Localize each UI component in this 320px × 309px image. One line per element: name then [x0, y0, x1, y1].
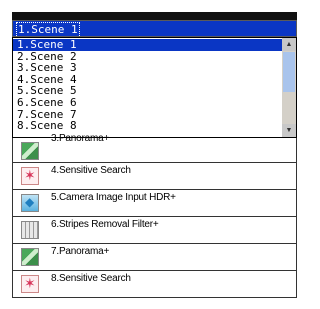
- filter-row[interactable]: 4.Sensitive Search: [12, 163, 297, 190]
- filter-label: 3.Panorama+: [51, 133, 110, 144]
- scene-options: 1.Scene 1 2.Scene 2 3.Scene 3 4.Scene 4 …: [13, 39, 283, 132]
- scene-option[interactable]: 6.Scene 6: [13, 97, 283, 109]
- filter-label: 8.Sensitive Search: [51, 273, 131, 284]
- stripes-filter-icon: [21, 221, 39, 239]
- scroll-up-arrow-icon[interactable]: ▲: [282, 38, 296, 51]
- scene-option[interactable]: 1.Scene 1: [13, 39, 283, 51]
- filter-label: 5.Camera Image Input HDR+: [51, 192, 176, 203]
- filter-label: 7.Panorama+: [51, 246, 110, 257]
- filter-label: 6.Stripes Removal Filter+: [51, 219, 159, 230]
- panorama-icon: [21, 248, 39, 266]
- filter-row[interactable]: 8.Sensitive Search: [12, 271, 297, 298]
- scroll-thumb[interactable]: [283, 52, 295, 92]
- filter-label: 4.Sensitive Search: [51, 165, 131, 176]
- scene-combobox-value: 1.Scene 1: [16, 22, 80, 38]
- sensitive-search-icon: [21, 167, 39, 185]
- dropdown-scrollbar[interactable]: ▲ ▼: [282, 38, 296, 137]
- filter-row[interactable]: 5.Camera Image Input HDR+: [12, 190, 297, 217]
- panorama-icon: [21, 142, 39, 160]
- scene-dropdown-list[interactable]: 1.Scene 1 2.Scene 2 3.Scene 3 4.Scene 4 …: [12, 37, 297, 138]
- camera-image-icon: [21, 194, 39, 212]
- filter-row[interactable]: 3.Panorama+: [12, 133, 297, 163]
- filter-row[interactable]: 7.Panorama+: [12, 244, 297, 271]
- scene-combobox[interactable]: 1.Scene 1: [12, 20, 297, 38]
- scene-option[interactable]: 8.Scene 8: [13, 120, 283, 132]
- filter-row[interactable]: 6.Stripes Removal Filter+: [12, 217, 297, 244]
- title-bar: [12, 12, 297, 20]
- filter-list: 3.Panorama+ 4.Sensitive Search 5.Camera …: [12, 133, 297, 298]
- sensitive-search-icon: [21, 275, 39, 293]
- scroll-down-arrow-icon[interactable]: ▼: [282, 124, 296, 137]
